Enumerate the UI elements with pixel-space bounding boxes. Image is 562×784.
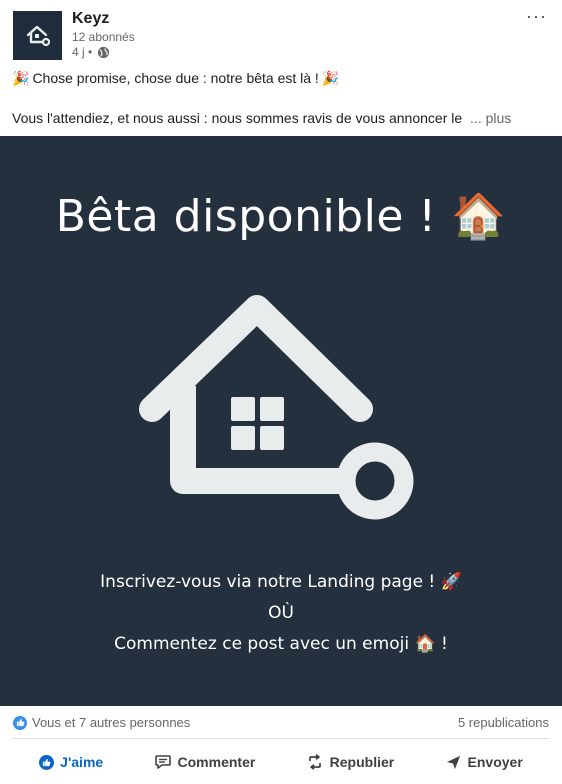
party-emoji-icon: 🎉 [321,70,340,86]
company-logo[interactable] [13,11,62,60]
party-emoji-icon: 🎉 [12,70,30,86]
like-badge-icon [13,715,27,730]
send-label: Envoyer [467,754,523,770]
house-key-illustration-icon [139,295,414,520]
repost-icon [308,754,321,770]
comment-label: Commenter [177,754,256,770]
action-divider [12,738,550,739]
comment-icon [154,755,171,769]
globe-icon [98,46,110,58]
post-time: 4 j • [72,45,93,59]
send-icon [446,755,460,769]
post-meta: 4 j • [72,45,110,59]
post-text-line1: 🎉 Chose promise, chose due : notre bêta … [12,68,552,88]
like-icon [39,754,55,770]
reactions-text: Vous et 7 autres personnes [32,715,191,730]
post-header: Keyz 12 abonnés 4 j • ··· [0,0,562,64]
post-body: Vous l'attendiez, et nous aussi : nous s… [12,110,463,126]
author-name[interactable]: Keyz [72,10,109,28]
repost-button[interactable]: Republier [298,747,403,777]
post-image[interactable]: Bêta disponible ! 🏠 Inscrivez-vous via n… [0,136,562,706]
image-or-line: OÙ [268,603,294,623]
post-text-line2: Vous l'attendiez, et nous aussi : nous s… [12,108,552,128]
image-cta-line: Inscrivez-vous via notre Landing page ! … [100,572,462,592]
more-options-button[interactable]: ··· [526,6,547,27]
post-headline: Chose promise, chose due : notre bêta es… [32,70,319,86]
social-counts: Vous et 7 autres personnes 5 republicati… [0,706,562,738]
reposts-count[interactable]: 5 republications [458,715,549,730]
image-title: Bêta disponible ! 🏠 [55,191,507,242]
repost-label: Republier [329,754,395,770]
like-label: J'aime [60,754,104,770]
like-button[interactable]: J'aime [31,748,111,776]
house-key-logo-icon [26,25,50,46]
reactions-count[interactable]: Vous et 7 autres personnes [13,715,190,730]
send-button[interactable]: Envoyer [437,748,531,777]
comment-button[interactable]: Commenter [146,747,264,777]
follower-count: 12 abonnés [72,30,135,44]
post-actions: J'aime Commenter Republier Envoyer [0,740,562,784]
see-more-link[interactable]: ... plus [470,110,511,126]
post-text: 🎉 Chose promise, chose due : notre bêta … [12,68,552,128]
image-comment-line: Commentez ce post avec un emoji 🏠 ! [114,634,448,654]
